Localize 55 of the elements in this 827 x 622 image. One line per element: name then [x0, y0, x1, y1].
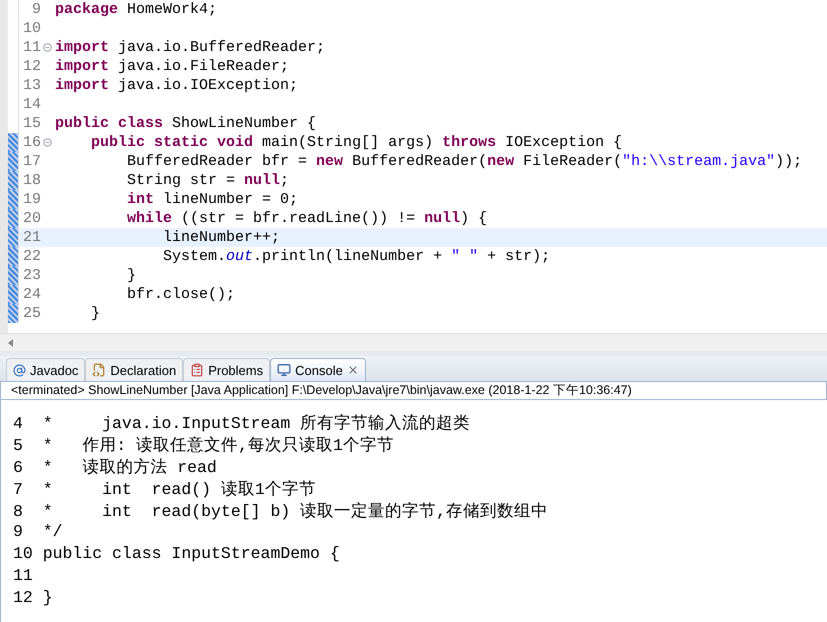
console-line: 10 public class InputStreamDemo { [13, 544, 341, 565]
line-number: 19 [22, 191, 41, 208]
code-line: BufferedReader bfr = new BufferedReader(new FileReader("h:\\stream.java")); [126, 153, 802, 170]
console-status: <terminated> ShowLineNumber [Java Application] F:\Develop\Java\jre7\bin\javaw.exe (2018-1-22 下午10:36:47) [0, 381, 827, 400]
fold-icon[interactable] [42, 43, 52, 52]
console-line: 7 * int read() 读取1个字节 [13, 479, 317, 500]
line-number: 12 [22, 58, 41, 75]
clipboard-icon [190, 363, 204, 377]
console-line: 9 */ [13, 522, 64, 543]
line-number: 21 [22, 229, 41, 246]
console-line: 11 [13, 566, 34, 587]
line-number: 10 [22, 20, 41, 37]
line-number: 13 [22, 77, 41, 94]
code-line: } [90, 305, 100, 322]
code-line: lineNumber++; [162, 229, 280, 246]
code-line: public static void main(String[] args) throws IOException { [90, 134, 622, 151]
document-icon [92, 363, 106, 377]
code-line: import java.io.IOException; [55, 77, 298, 94]
code-line: System.out.println(lineNumber + " " + str); [162, 248, 550, 265]
line-number: 20 [22, 210, 41, 227]
scroll-left-icon[interactable] [8, 338, 13, 346]
code-line: public class ShowLineNumber { [55, 115, 316, 132]
line-number: 9 [30, 1, 41, 18]
code-line: package HomeWork4; [55, 1, 218, 18]
view-tab[interactable]: Declaration [85, 358, 184, 381]
line-number: 24 [22, 286, 41, 303]
console-line: 5 * 作用: 读取任意文件,每次只读取1个字节 [13, 435, 395, 456]
line-number: 11 [22, 39, 41, 56]
monitor-icon [277, 363, 292, 377]
console-line: 12 } [13, 588, 54, 609]
code-line: String str = null; [126, 172, 290, 189]
code-line: bfr.close(); [126, 286, 236, 303]
horizontal-scrollbar[interactable] [0, 333, 827, 351]
line-number: 18 [22, 172, 41, 189]
line-number: 16 [22, 134, 41, 151]
line-number: 23 [22, 267, 41, 284]
code-line: int lineNumber = 0; [126, 191, 298, 208]
view-tab[interactable]: Problems [183, 358, 270, 381]
line-number: 22 [22, 248, 41, 265]
at-sign-icon [13, 364, 26, 376]
console-line: 8 * int read(byte[] b) 读取一定量的字节,存储到数组中 [13, 501, 550, 522]
code-line: } [126, 267, 136, 284]
view-tab[interactable]: Console [270, 358, 366, 381]
console-line: 6 * 读取的方法 read [13, 457, 218, 478]
close-icon[interactable] [346, 364, 359, 376]
fold-icon[interactable] [42, 138, 52, 147]
view-tab[interactable]: Javadoc [6, 358, 86, 381]
code-line: import java.io.BufferedReader; [55, 39, 326, 56]
line-number: 17 [22, 153, 41, 170]
line-number: 14 [22, 96, 41, 113]
console-line: 4 * java.io.InputStream 所有字节输入流的超类 [13, 413, 472, 434]
code-line: import java.io.FileReader; [55, 58, 290, 75]
line-number: 25 [22, 305, 41, 322]
line-number: 15 [22, 115, 41, 132]
code-line: while ((str = bfr.readLine()) != null) { [126, 210, 488, 227]
